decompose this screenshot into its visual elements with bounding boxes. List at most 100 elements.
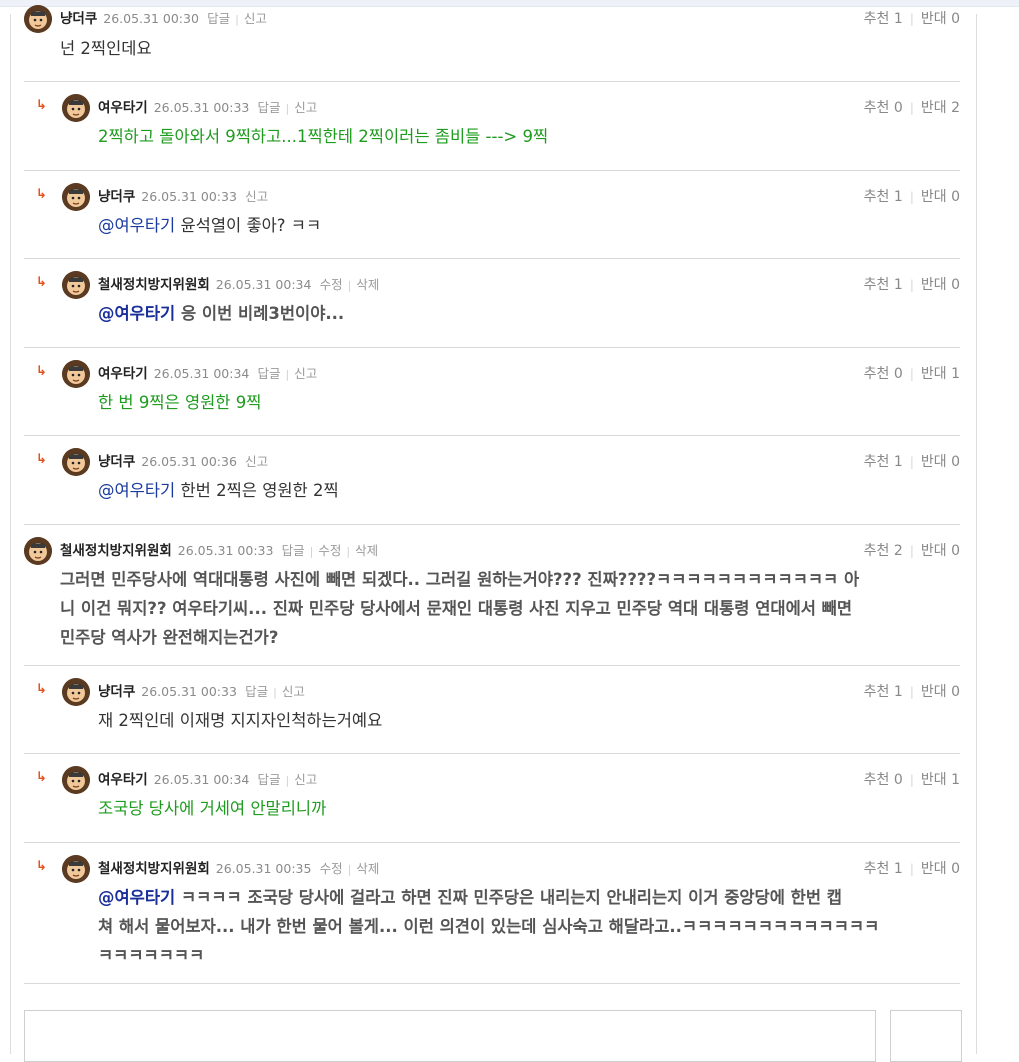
recommend-button[interactable]: 추천 1 [864, 454, 903, 470]
comment-nickname[interactable]: 냥더쿠 [98, 189, 135, 205]
recommend-count: 2 [893, 543, 903, 559]
oppose-button[interactable]: 반대 0 [921, 543, 960, 559]
delete-button[interactable]: 삭제 [356, 277, 379, 292]
avatar[interactable] [62, 855, 90, 883]
comment-date: 26.05.31 00:33 [177, 543, 274, 558]
avatar[interactable] [62, 183, 90, 211]
avatar[interactable] [62, 678, 90, 706]
oppose-button[interactable]: 반대 0 [921, 454, 960, 470]
mention-link[interactable]: @여우타기 [98, 216, 175, 235]
comment-body: @여우타기 응 이번 비례3번이야... [98, 299, 344, 328]
comment-write-input[interactable] [24, 1010, 876, 1062]
vote-counts: 추천 0 | 반대 1 [864, 770, 960, 790]
comment-nickname[interactable]: 냥더쿠 [60, 11, 97, 27]
avatar[interactable] [24, 5, 52, 33]
oppose-button[interactable]: 반대 0 [921, 277, 960, 293]
reply-comment: ↳ 여우타기 26.05.31 00:34 답글 | 신고 추천 0 | 반대 1 조국당 당사… [24, 753, 960, 843]
avatar[interactable] [62, 360, 90, 388]
report-button[interactable]: 신고 [294, 772, 317, 787]
recommend-button[interactable]: 추천 1 [864, 861, 903, 877]
edit-button[interactable]: 수정 [318, 543, 341, 558]
recommend-button[interactable]: 추천 2 [864, 543, 903, 559]
comment-meta: 여우타기 26.05.31 00:33 답글 | 신고 [98, 98, 317, 118]
recommend-label: 추천 [863, 189, 890, 205]
comment-date: 26.05.31 00:36 [141, 454, 237, 469]
mention-link[interactable]: @여우타기 [98, 888, 175, 907]
reply-button[interactable]: 답글 [258, 100, 281, 115]
comment-text: ㅋㅋㅋㅋㅋㅋㅋ [98, 946, 205, 965]
reply-button[interactable]: 답글 [245, 684, 268, 699]
recommend-count: 0 [893, 366, 903, 382]
recommend-button[interactable]: 추천 0 [864, 100, 903, 116]
delete-button[interactable]: 삭제 [356, 861, 379, 876]
comment-line: 한 번 9찍은 영원한 9찍 [98, 388, 261, 417]
comment-nickname[interactable]: 철새정치방지위원회 [60, 543, 172, 559]
recommend-button[interactable]: 추천 1 [864, 11, 903, 27]
reply-button[interactable]: 답글 [258, 366, 281, 381]
separator: | [909, 685, 914, 699]
vote-counts: 추천 0 | 반대 2 [864, 98, 960, 118]
comment-date: 26.05.31 00:34 [153, 772, 250, 787]
reply-button[interactable]: 답글 [282, 543, 305, 558]
comment-nickname[interactable]: 냥더쿠 [98, 454, 135, 470]
comment-date: 26.05.31 00:35 [215, 861, 312, 876]
vote-counts: 추천 1 | 반대 0 [864, 9, 960, 29]
comment-nickname[interactable]: 철새정치방지위원회 [98, 277, 210, 293]
edit-button[interactable]: 수정 [320, 861, 343, 876]
separator: | [909, 12, 914, 26]
oppose-button[interactable]: 반대 0 [921, 861, 960, 877]
comment-text: 응 이번 비례3번이야... [180, 304, 345, 323]
oppose-button[interactable]: 반대 1 [921, 366, 960, 382]
avatar[interactable] [24, 537, 52, 565]
comment-line: @여우타기 ㅋㅋㅋㅋ 조국당 당사에 걸라고 하면 진짜 민주당은 내리는지 안… [98, 883, 879, 912]
edit-button[interactable]: 수정 [320, 277, 343, 292]
recommend-label: 추천 [863, 454, 890, 470]
recommend-button[interactable]: 추천 0 [864, 772, 903, 788]
report-button[interactable]: 신고 [245, 189, 268, 204]
report-button[interactable]: 신고 [282, 684, 305, 699]
reply-arrow-icon: ↳ [36, 187, 47, 202]
oppose-button[interactable]: 반대 2 [921, 100, 960, 116]
recommend-button[interactable]: 추천 1 [864, 684, 903, 700]
comment-nickname[interactable]: 여우타기 [98, 772, 148, 788]
reply-button[interactable]: 답글 [258, 772, 281, 787]
comment-date: 26.05.31 00:34 [215, 277, 312, 292]
recommend-button[interactable]: 추천 1 [864, 277, 903, 293]
mention-link[interactable]: @여우타기 [98, 304, 175, 323]
comment-line: 쳐 해서 물어보자... 내가 한번 물어 볼게... 이런 의견이 있는데 심… [98, 912, 879, 941]
avatar[interactable] [62, 766, 90, 794]
report-button[interactable]: 신고 [294, 100, 317, 115]
report-button[interactable]: 신고 [245, 454, 268, 469]
oppose-button[interactable]: 반대 0 [921, 684, 960, 700]
avatar[interactable] [62, 271, 90, 299]
avatar[interactable] [62, 448, 90, 476]
recommend-label: 추천 [863, 11, 890, 27]
avatar[interactable] [62, 94, 90, 122]
recommend-count: 1 [893, 189, 903, 205]
reply-button[interactable]: 답글 [207, 11, 230, 26]
delete-button[interactable]: 삭제 [355, 543, 378, 558]
comment-text: ㅋㅋㅋㅋ 조국당 당사에 걸라고 하면 진짜 민주당은 내리는지 안내리는지 이… [180, 888, 842, 907]
oppose-button[interactable]: 반대 0 [921, 11, 960, 27]
reply-arrow-icon: ↳ [36, 275, 47, 290]
comment-text: 윤석열이 좋아? ㅋㅋ [180, 216, 322, 235]
comment-nickname[interactable]: 여우타기 [98, 366, 148, 382]
comment-body: 넌 2찍인데요 [60, 34, 152, 63]
comment-nickname[interactable]: 철새정치방지위원회 [98, 861, 210, 877]
recommend-count: 1 [893, 684, 903, 700]
oppose-button[interactable]: 반대 0 [921, 189, 960, 205]
comment-meta: 냥더쿠 26.05.31 00:30 답글 | 신고 [60, 9, 267, 29]
recommend-count: 0 [893, 100, 903, 116]
recommend-count: 1 [893, 277, 903, 293]
report-button[interactable]: 신고 [244, 11, 267, 26]
comment-nickname[interactable]: 여우타기 [98, 100, 148, 116]
recommend-button[interactable]: 추천 1 [864, 189, 903, 205]
recommend-count: 1 [893, 11, 903, 27]
report-button[interactable]: 신고 [294, 366, 317, 381]
comment-nickname[interactable]: 냥더쿠 [98, 684, 135, 700]
comment-submit-button[interactable] [890, 1010, 962, 1062]
mention-link[interactable]: @여우타기 [98, 481, 175, 500]
oppose-button[interactable]: 반대 1 [921, 772, 960, 788]
comment-text: 니 이건 뭐지?? 여우타기씨... 진짜 민주당 당사에서 문재인 대통령 사… [60, 599, 853, 618]
recommend-button[interactable]: 추천 0 [864, 366, 903, 382]
